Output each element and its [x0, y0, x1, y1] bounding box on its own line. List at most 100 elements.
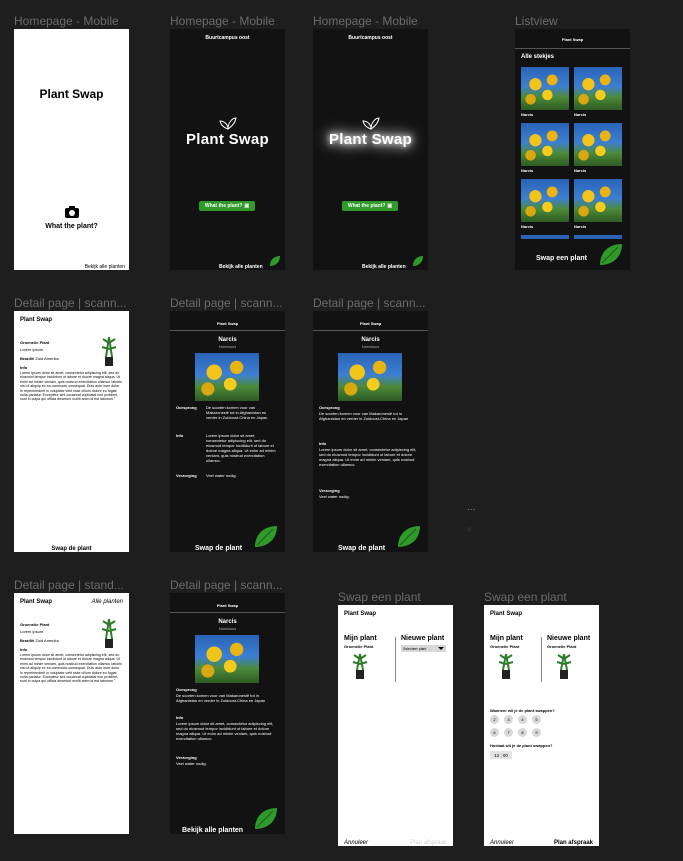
plant-latin: Narcissus	[361, 344, 380, 349]
plant-photo	[195, 353, 259, 401]
day-option[interactable]: 5	[532, 715, 541, 724]
plant-name: Narcis	[361, 337, 380, 343]
leaf-icon	[253, 523, 279, 552]
info-label: Info	[176, 433, 184, 438]
column-divider	[541, 637, 542, 682]
day-option[interactable]: 2	[490, 715, 499, 724]
plant-latin: Narcissus	[218, 626, 237, 631]
leaf-icon	[269, 254, 281, 270]
view-all-plants-link[interactable]: Bekijk alle planten	[85, 264, 125, 270]
button-label: What the plant?	[204, 203, 243, 209]
cancel-button[interactable]: Annuleer	[344, 840, 368, 846]
item-name: Narcis	[521, 168, 534, 173]
time-input[interactable]: 12 : 00	[490, 751, 512, 759]
leaf-icon	[396, 523, 422, 552]
origin-label: Oorsprong	[176, 687, 197, 692]
select-plant-dropdown[interactable]: Selecteer plant	[401, 645, 446, 652]
plant-photo	[338, 353, 402, 401]
header-title: Plant Swap	[490, 611, 523, 617]
plant-image	[556, 650, 572, 685]
info-label: Info	[20, 647, 28, 652]
my-plant-name: Groenelie Plant	[344, 644, 374, 649]
care-text: Veel water nodig.	[319, 494, 350, 499]
view-all-plants-link[interactable]: Bekijk alle planten	[362, 264, 406, 270]
plant-name: Groenelie Plant	[20, 340, 50, 345]
view-all-plants-link[interactable]: Bekijk alle planten	[219, 264, 263, 270]
plan-appointment-button[interactable]: Plan afspraak	[554, 840, 593, 846]
header-title: Plant Swap	[561, 37, 584, 42]
my-plant-name: Groenelie Plant	[490, 644, 520, 649]
homepage-frame-1: Plant Swap What the plant? Bekijk alle p…	[14, 29, 129, 270]
frame-label-detail4: Detail page | stand...	[14, 578, 124, 592]
cancel-button[interactable]: Annuleer	[490, 840, 514, 846]
what-the-plant-link[interactable]: What the plant?	[14, 223, 129, 230]
view-all-plants-button[interactable]: Bekijk alle planten	[182, 827, 243, 834]
day-option[interactable]: 3	[504, 715, 513, 724]
leaf-icon	[598, 241, 624, 270]
frame-label-swap1: Swap een plant	[338, 590, 421, 604]
plant-photo	[195, 635, 259, 683]
swap-plant-button[interactable]: Swap de plant	[195, 545, 242, 552]
app-title: Plant Swap	[185, 131, 270, 148]
list-item[interactable]: Narcis	[521, 179, 569, 229]
what-the-plant-button[interactable]: What the plant? ▣	[342, 201, 398, 211]
swap-plant-button[interactable]: Swap de plant	[14, 546, 129, 552]
header-title: Plant Swap	[20, 317, 53, 323]
origin-label: Brazilië	[20, 356, 35, 361]
swap-frame-2: Plant Swap Mijn plant Groenelie Plant Ni…	[484, 605, 599, 846]
camera-icon[interactable]	[64, 205, 80, 219]
swap-plant-button[interactable]: Swap de plant	[338, 545, 385, 552]
origin-value: Zuid Amerika	[35, 638, 59, 643]
origin-value: Zuid Amerika	[35, 356, 59, 361]
time-question: Hoelaat wil je de plant swappen?	[490, 743, 553, 748]
location-header: Buurtcampus oost	[348, 35, 393, 41]
origin-label: Oorsprong	[176, 405, 197, 410]
section-title: Alle stekjes	[521, 54, 555, 60]
leaf-icon	[412, 254, 424, 270]
info-text: Lorem ipsum dolor sit amet, consectetur …	[206, 433, 276, 463]
origin-text: De soorten komen voor van Makaronesië to…	[206, 405, 268, 420]
camera-icon: ▣	[244, 203, 250, 209]
my-plant-label: Mijn plant	[344, 635, 377, 642]
my-plant-label: Mijn plant	[490, 635, 523, 642]
plan-appointment-button[interactable]: Plan afspraak	[410, 840, 447, 846]
app-title: Plant Swap	[39, 87, 104, 101]
list-item[interactable]: Narcis	[521, 123, 569, 173]
plant-photo	[521, 67, 569, 110]
day-option[interactable]: 7	[504, 728, 513, 737]
list-item[interactable]: Narcis	[574, 67, 622, 117]
list-item[interactable]: Narcis	[574, 123, 622, 173]
origin-label: Oorsprong	[319, 405, 340, 410]
day-option[interactable]: 9	[532, 728, 541, 737]
care-text: Veel water nodig.	[206, 473, 237, 478]
day-option[interactable]: 4	[518, 715, 527, 724]
item-name: Narcis	[521, 112, 534, 117]
day-option[interactable]: 6	[490, 728, 499, 737]
plant-latin: Lorem ipsum	[20, 347, 44, 352]
plant-image	[101, 615, 117, 654]
plant-photo	[521, 235, 569, 239]
origin-text: De soorten komen voor van Makaronesië to…	[319, 411, 409, 421]
all-plants-link[interactable]: Alle planten	[92, 599, 123, 605]
what-the-plant-button[interactable]: What the plant? ▣	[199, 201, 255, 211]
list-item[interactable]: Narcis	[574, 179, 622, 229]
when-question: Wanneer wil je de plant swappen?	[490, 708, 555, 713]
placeholder-dot	[467, 527, 472, 532]
care-label: Verzorging	[176, 473, 197, 478]
app-title: Plant Swap	[328, 131, 413, 148]
list-item[interactable]: Narcis	[521, 67, 569, 117]
plant-photo	[574, 67, 622, 110]
frame-label-home3: Homepage - Mobile	[313, 14, 418, 28]
detail-frame-5: Plant Swap Narcis Narcissus Oorsprong De…	[170, 593, 285, 834]
item-name: Narcis	[574, 112, 587, 117]
plant-photo	[574, 179, 622, 222]
day-option[interactable]: 8	[518, 728, 527, 737]
location-header: Buurtcampus oost	[205, 35, 250, 41]
plant-photo	[521, 123, 569, 166]
info-text: Lorem ipsum dolor sit amet, consectetur …	[319, 447, 417, 467]
detail-frame-3: Plant Swap Narcis Narcissus Oorsprong De…	[313, 311, 428, 552]
frame-label-swap2: Swap een plant	[484, 590, 567, 604]
camera-icon: ▣	[387, 203, 393, 209]
swap-plant-button[interactable]: Swap een plant	[536, 255, 587, 262]
plant-name: Narcis	[218, 619, 237, 625]
